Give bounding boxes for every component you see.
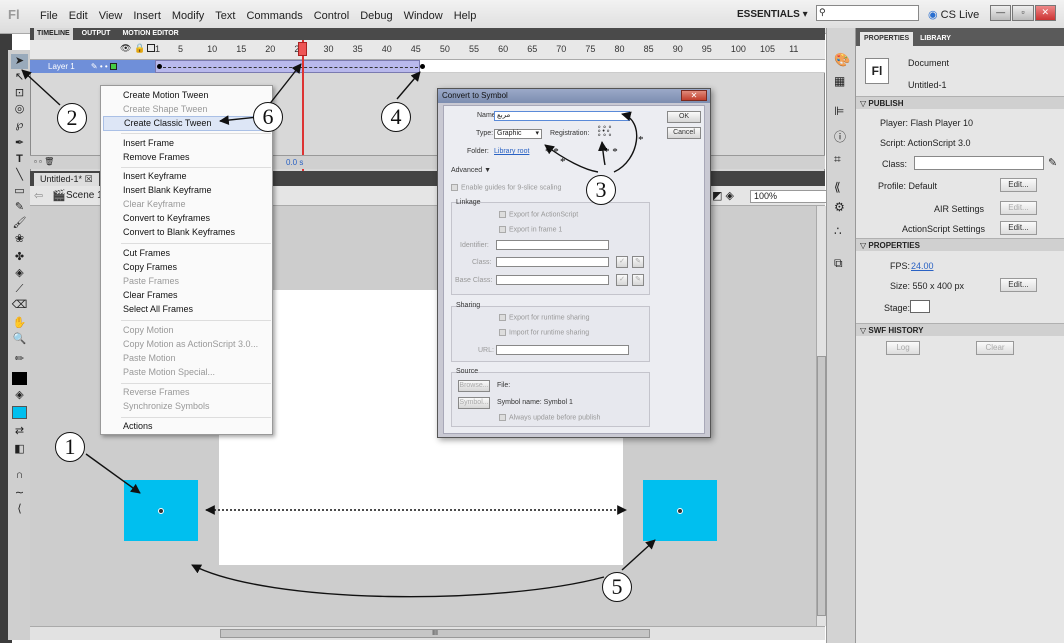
annotation-arrow-5a — [191, 564, 605, 598]
asterisk-marks: * — [560, 156, 566, 168]
annotation-arrow-4 — [396, 71, 421, 100]
annotation-number-2: 2 — [57, 103, 87, 133]
annotation-arrow-5b — [621, 539, 656, 571]
asterisk-marks: * — [638, 134, 644, 146]
annotation-number-3: 3 — [586, 175, 616, 205]
annotation-arrow-1 — [85, 453, 141, 494]
annotation-number-6: 6 — [253, 102, 283, 132]
annotation-arrow-6a — [267, 63, 302, 107]
asterisk-marks: * * — [604, 146, 618, 158]
asterisk-marks: * * — [545, 146, 559, 158]
annotation-arrow-3c — [613, 111, 638, 173]
annotation-number-5: 5 — [602, 572, 632, 602]
annotation-number-1: 1 — [55, 432, 85, 462]
annotation-arrow-2 — [21, 69, 61, 106]
annotation-number-4: 4 — [381, 102, 411, 132]
annotation-layer: * * * * * * — [21, 63, 656, 598]
